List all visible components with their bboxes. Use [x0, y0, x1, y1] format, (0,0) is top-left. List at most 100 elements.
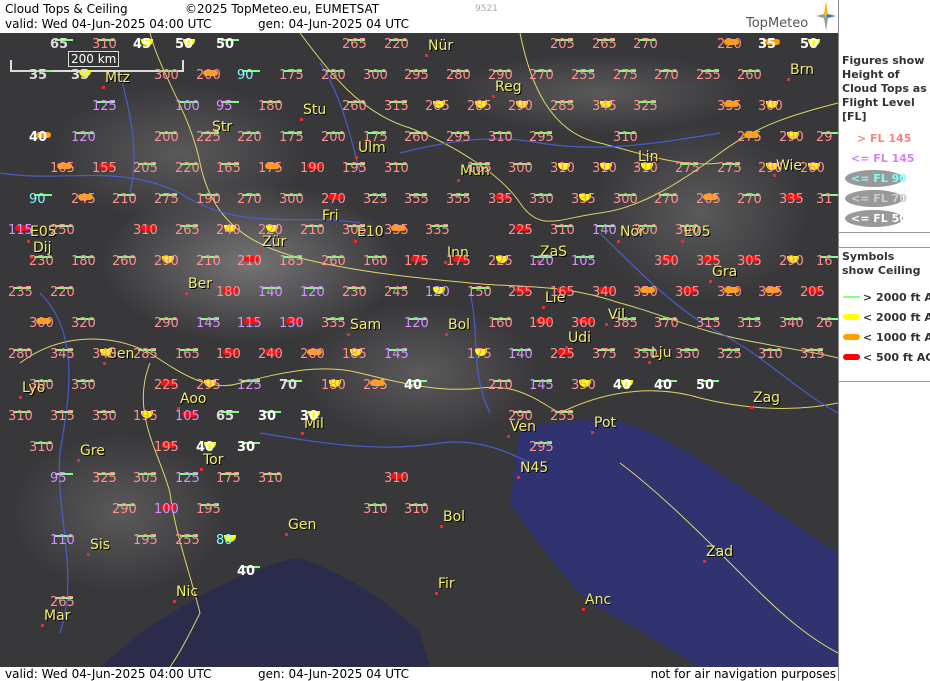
flight-level-value: 355 [446, 192, 471, 207]
flight-level-value: 265 [696, 192, 721, 207]
flight-level-value: 315 [384, 99, 409, 114]
cloud-top-marker: 260 [112, 255, 140, 268]
flight-level-value: 255 [508, 285, 533, 300]
flight-level-value: 50 [175, 37, 194, 52]
flight-level-value: 270 [237, 192, 262, 207]
flight-level-value: 295 [446, 130, 471, 145]
flight-level-value: 290 [154, 254, 179, 269]
city-dot [355, 156, 358, 159]
cloud-top-marker: 40 [196, 441, 224, 454]
flight-level-value: 195 [154, 440, 179, 455]
city-dot [87, 553, 90, 556]
code-text: 9521 [475, 4, 498, 14]
flight-level-value: 165 [175, 347, 200, 362]
flight-level-value: 195 [196, 502, 221, 517]
flight-level-value: 330 [92, 409, 117, 424]
footer-bar: valid: Wed 04-Jun-2025 04:00 UTC gen: 04… [0, 667, 838, 681]
cloud-top-marker: 310 [550, 162, 578, 175]
cloud-top-marker: 320 [717, 286, 745, 299]
cloud-top-marker: 275 [717, 162, 745, 175]
cloud-top-marker: 360 [571, 317, 599, 330]
satellite-map[interactable]: 200 km Nür Reg Brn Mtz Stu Str Ulm Lin Mün Wie Fri… [0, 33, 838, 667]
city-label: Fri [322, 208, 339, 224]
cloud-top-marker: 165 [550, 286, 578, 299]
city-dot [457, 179, 460, 182]
flight-level-value: 40 [237, 564, 256, 579]
cloud-top-marker: 335 [571, 193, 599, 206]
cloud-top-marker: 285 [550, 100, 578, 113]
cloud-top-marker: 290 [508, 100, 536, 113]
flight-level-value: 270 [737, 192, 762, 207]
cloud-top-marker: 340 [779, 317, 807, 330]
footer-note: not for air navigation purposes [650, 667, 836, 681]
copyright-text: ©2025 TopMeteo.eu, EUMETSAT [185, 2, 380, 16]
cloud-top-marker: 195 [342, 162, 370, 175]
city-dot [507, 435, 510, 438]
cloud-top-marker: 225 [508, 224, 536, 237]
cloud-top-marker: 265 [425, 100, 453, 113]
cloud-top-marker: 145 [529, 379, 557, 392]
city-dot [517, 476, 520, 479]
cloud-top-marker: 295 [529, 441, 557, 454]
cloud-top-marker: 225 [196, 131, 224, 144]
cloud-top-marker: 310 [133, 224, 161, 237]
flight-level-value: 325 [92, 471, 117, 486]
cloud-top-marker: 185 [279, 255, 307, 268]
flight-level-value: 280 [321, 68, 346, 83]
topmeteo-logo[interactable]: TopMeteo [746, 16, 808, 31]
cloud-top-marker: 205 [550, 38, 578, 51]
flight-level-value: 16 [816, 254, 833, 269]
ceiling-legend-item: < 2000 ft AGL [863, 311, 930, 324]
flight-level-value: 270 [654, 192, 679, 207]
flight-level-value: 30 [258, 409, 277, 424]
flight-level-value: 140 [258, 285, 283, 300]
flight-level-value: 35 [71, 68, 90, 83]
ceiling-legend-item: < 1000 ft AGL [863, 331, 930, 344]
cloud-top-marker: 295 [363, 379, 391, 392]
gen-time: gen: 04-Jun-2025 04 UTC [258, 17, 410, 31]
flight-level-value: 300 [508, 161, 533, 176]
cloud-top-marker: 335 [488, 193, 516, 206]
cloud-top-marker: 305 [133, 472, 161, 485]
flight-level-value: 265 [592, 37, 617, 52]
city-label: Bol [448, 317, 471, 333]
flight-level-value: 120 [404, 316, 429, 331]
flight-level-value: 335 [425, 223, 450, 238]
flight-level-value: 375 [592, 347, 617, 362]
cloud-top-marker: 195 [133, 534, 161, 547]
flight-level-value: 300 [363, 68, 388, 83]
cloud-top-marker: 180 [216, 286, 244, 299]
cloud-top-marker: 290 [758, 162, 786, 175]
cloud-top-marker: 145 [196, 317, 224, 330]
flight-level-value: 350 [571, 378, 596, 393]
flight-level-value: 305 [675, 285, 700, 300]
cloud-top-marker: 50 [175, 38, 203, 51]
flight-level-value: 120 [529, 254, 554, 269]
flight-level-value: 190 [196, 192, 221, 207]
cloud-top-marker: 195 [133, 410, 161, 423]
cloud-top-marker: 330 [92, 410, 120, 423]
cloud-top-marker: 180 [71, 255, 99, 268]
cloud-top-marker: 90 [29, 193, 57, 206]
city-label: Bol [443, 509, 466, 525]
flight-level-value: 275 [737, 130, 762, 145]
cloud-top-marker: 265 [592, 38, 620, 51]
cloud-top-marker: 310 [92, 38, 120, 51]
city-dot [41, 624, 44, 627]
cloud-top-marker: 125 [175, 472, 203, 485]
cloud-top-marker: 275 [154, 193, 182, 206]
cloud-top-marker: 240 [216, 224, 244, 237]
flight-level-value: 145 [384, 347, 409, 362]
cloud-top-marker: 190 [196, 193, 224, 206]
cloud-top-marker: 325 [633, 100, 661, 113]
city-dot [27, 240, 30, 243]
flight-level-value: 205 [550, 37, 575, 52]
cloud-top-marker: 165 [216, 162, 244, 175]
cloud-top-marker: 150 [467, 286, 495, 299]
city-dot [591, 431, 594, 434]
cloud-top-marker: 305 [675, 286, 703, 299]
cloud-top-marker: 265 [696, 193, 724, 206]
cloud-top-marker: 285 [133, 348, 161, 361]
city-dot [173, 600, 176, 603]
cloud-top-marker: 270 [237, 193, 265, 206]
